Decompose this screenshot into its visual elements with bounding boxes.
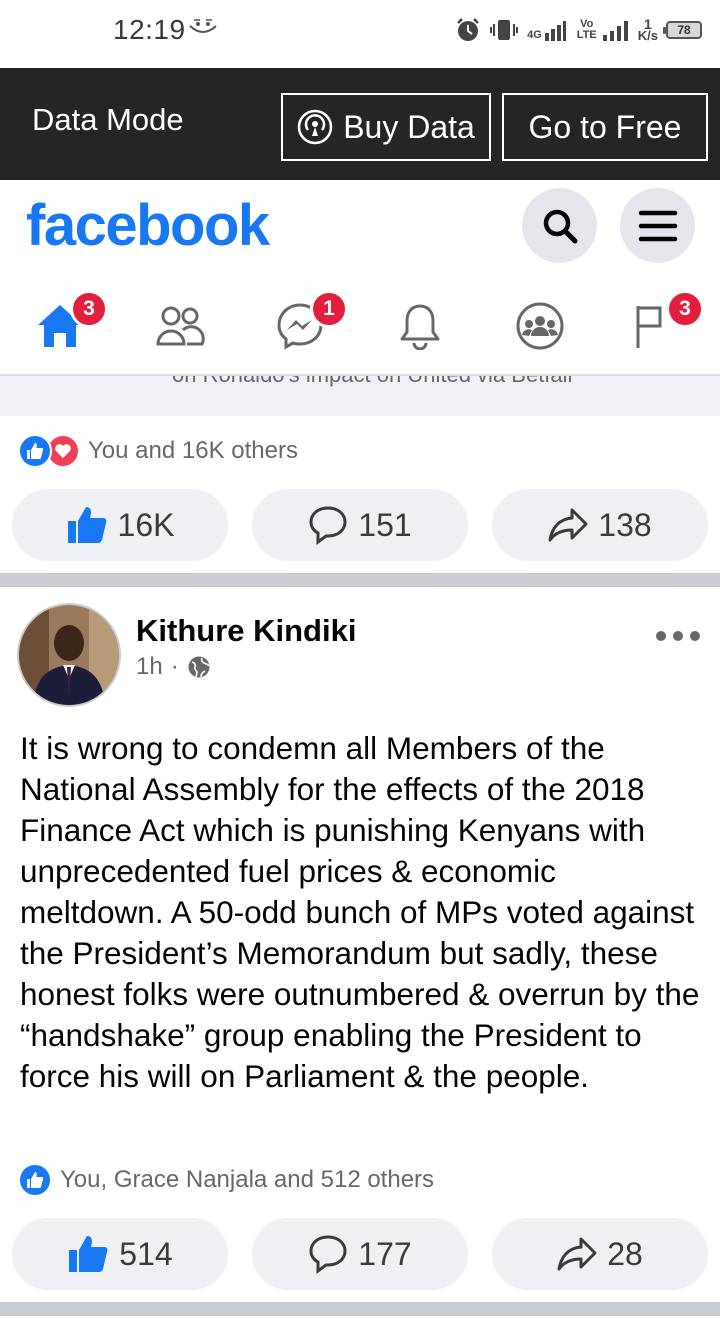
avatar-photo: [19, 605, 119, 705]
status-icons: 4G Vo LTE 1 K/s 78: [455, 12, 702, 48]
post-share-count: 28: [607, 1235, 643, 1272]
network-speed-unit: K/s: [637, 28, 658, 43]
post-options-button[interactable]: [656, 622, 700, 650]
comment-icon: [309, 506, 347, 545]
post-meta: 1h ·: [136, 653, 211, 681]
previous-post-media[interactable]: on Ronaldo's impact on United via Betfai…: [0, 376, 720, 416]
previous-post-like-count: 16K: [117, 506, 175, 543]
volte-label: Vo LTE: [576, 18, 597, 41]
tab-groups[interactable]: [512, 298, 568, 354]
tab-home[interactable]: 3: [32, 290, 108, 354]
vibrate-icon: [490, 20, 519, 40]
globe-icon: [188, 656, 210, 678]
like-reaction-icon: [18, 434, 52, 468]
previous-post-caption: on Ronaldo's impact on United via Betfai…: [172, 376, 575, 388]
data-mode-bar: Data Mode Buy Data Go to Free: [0, 68, 720, 180]
carrier-icon: [189, 19, 217, 33]
post-like-button[interactable]: 514: [12, 1218, 228, 1290]
battery-icon: 78: [663, 21, 702, 39]
thumbs-up-filled-icon: [69, 1236, 108, 1272]
feed-divider: [0, 573, 720, 587]
messenger-badge: 1: [310, 290, 348, 328]
facebook-header: facebook 3 1 3: [0, 180, 720, 376]
share-icon: [548, 508, 588, 542]
post-comment-button[interactable]: 177: [252, 1218, 468, 1290]
post-share-button[interactable]: 28: [492, 1218, 708, 1290]
post-author-name[interactable]: Kithure Kindiki: [136, 613, 356, 649]
go-to-free-button[interactable]: Go to Free: [502, 93, 708, 161]
previous-post-reactions[interactable]: You and 16K others: [18, 433, 298, 469]
previous-post-share-count: 138: [598, 506, 652, 543]
previous-post-comment-count: 151: [358, 506, 412, 543]
search-icon: [543, 209, 577, 243]
bell-icon: [400, 304, 440, 350]
status-time: 12:19: [113, 14, 186, 45]
post-comment-count: 177: [358, 1235, 412, 1272]
previous-post-share-button[interactable]: 138: [492, 489, 708, 561]
post-time[interactable]: 1h: [136, 653, 163, 681]
previous-post-reactions-text: You and 16K others: [88, 437, 298, 464]
broadcast-icon: [297, 109, 333, 145]
like-reaction-icon: [18, 1163, 52, 1197]
network-speed: 1 K/s: [637, 17, 658, 43]
tab-messenger[interactable]: 1: [272, 290, 348, 354]
comment-icon: [309, 1235, 347, 1274]
network-4g-label: 4G: [527, 29, 542, 41]
share-icon: [557, 1237, 597, 1271]
nav-tabs: 3 1 3: [0, 280, 720, 370]
hamburger-icon: [638, 210, 677, 241]
buy-data-button[interactable]: Buy Data: [281, 93, 491, 161]
signal-4g-icon: 4G: [527, 19, 566, 41]
home-badge: 3: [70, 290, 108, 328]
buy-data-label: Buy Data: [343, 108, 475, 145]
thumbs-up-filled-icon: [67, 507, 106, 543]
menu-button[interactable]: [620, 188, 695, 263]
tab-friends[interactable]: [152, 298, 208, 354]
post-body-text: It is wrong to condemn all Members of th…: [20, 730, 700, 1094]
post-like-count: 514: [119, 1235, 173, 1272]
more-dot-icon: [656, 631, 666, 641]
status-bar: 12:19 4G Vo LTE 1 K/s 78: [0, 0, 720, 68]
go-to-free-label: Go to Free: [528, 108, 682, 145]
previous-post-like-button[interactable]: 16K: [12, 489, 228, 561]
more-dot-icon: [690, 631, 700, 641]
post-reactions[interactable]: You, Grace Nanjala and 512 others: [18, 1162, 434, 1198]
post-reactions-text: You, Grace Nanjala and 512 others: [60, 1166, 435, 1193]
previous-post-comment-button[interactable]: 151: [252, 489, 468, 561]
groups-icon: [516, 302, 564, 350]
author-avatar[interactable]: [17, 603, 121, 707]
search-button[interactable]: [522, 188, 597, 263]
more-dot-icon: [673, 631, 683, 641]
pages-badge: 3: [666, 290, 704, 328]
data-mode-label: Data Mode: [32, 102, 184, 137]
facebook-logo[interactable]: facebook: [26, 192, 270, 259]
flag-icon: [636, 306, 662, 348]
tab-pages[interactable]: 3: [622, 290, 704, 354]
meta-separator: ·: [170, 653, 179, 680]
friends-icon: [156, 306, 205, 346]
feed-divider: [0, 1302, 720, 1316]
alarm-icon: [457, 18, 479, 41]
volte-signal-icon: Vo LTE: [574, 19, 630, 41]
tab-notifications[interactable]: [392, 298, 448, 354]
